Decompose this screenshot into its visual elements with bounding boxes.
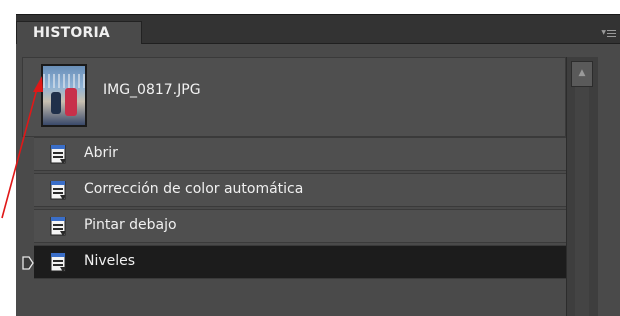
history-item-pintar-debajo[interactable]: Pintar debajo bbox=[34, 209, 588, 243]
vertical-scrollbar[interactable]: ▲ bbox=[566, 57, 598, 316]
photo-thumbnail bbox=[41, 64, 87, 127]
history-step-icon bbox=[50, 145, 67, 165]
snapshot-row[interactable]: IMG_0817.JPG bbox=[22, 57, 566, 137]
history-panel: HISTORIA ▼ IMG_0817.JPG Abrir Corrección… bbox=[16, 14, 620, 316]
history-step-icon bbox=[50, 181, 67, 201]
history-item-label: Corrección de color automática bbox=[84, 181, 304, 197]
history-list: Abrir Corrección de color automática Pin… bbox=[22, 137, 588, 307]
history-item-abrir[interactable]: Abrir bbox=[34, 137, 588, 171]
scroll-track[interactable] bbox=[575, 87, 589, 316]
history-step-icon bbox=[50, 253, 67, 273]
history-item-niveles[interactable]: Niveles bbox=[34, 245, 588, 279]
scroll-up-arrow-icon[interactable]: ▲ bbox=[571, 61, 593, 87]
panel-tab-bar: HISTORIA ▼ bbox=[16, 15, 620, 44]
tab-historia[interactable]: HISTORIA bbox=[16, 21, 142, 44]
history-item-label: Pintar debajo bbox=[84, 217, 177, 233]
panel-menu-icon[interactable]: ▼ bbox=[600, 27, 616, 39]
history-state-pointer-icon[interactable] bbox=[22, 255, 34, 270]
history-item-correccion-color[interactable]: Corrección de color automática bbox=[34, 173, 588, 207]
snapshot-label: IMG_0817.JPG bbox=[103, 82, 201, 98]
history-item-label: Abrir bbox=[84, 145, 118, 161]
history-step-icon bbox=[50, 217, 67, 237]
history-item-label: Niveles bbox=[84, 253, 136, 269]
